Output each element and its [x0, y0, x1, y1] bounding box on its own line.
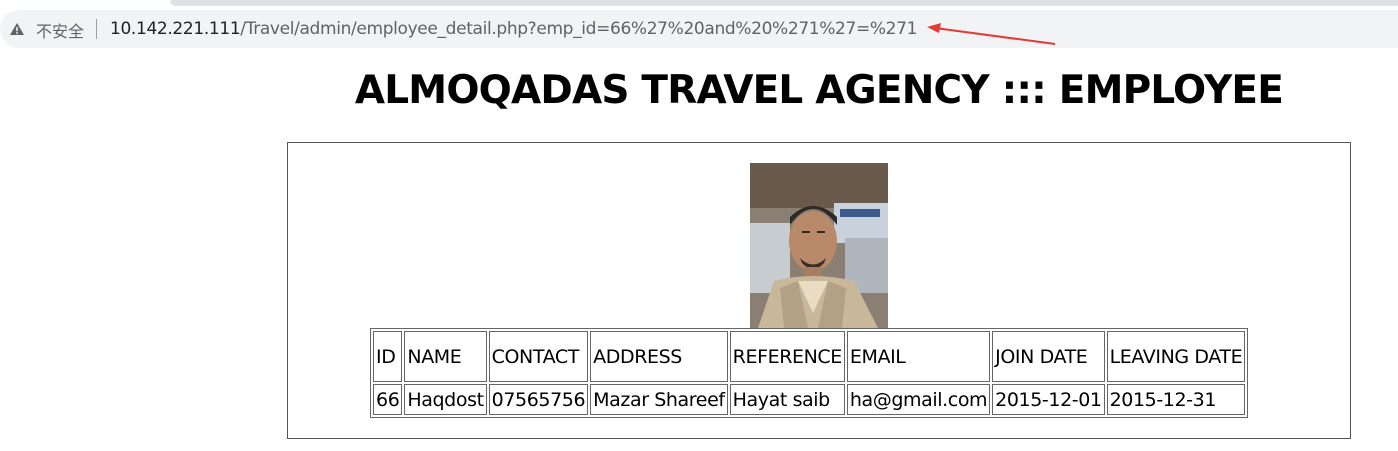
- cell-id: 66: [373, 384, 403, 415]
- employee-photo: [750, 163, 888, 328]
- table-header-row: ID NAME CONTACT ADDRESS REFERENCE EMAIL …: [373, 331, 1246, 382]
- cell-join-date: 2015-12-01: [992, 384, 1105, 415]
- cell-name: Haqdost: [404, 384, 487, 415]
- employee-detail-panel: ID NAME CONTACT ADDRESS REFERENCE EMAIL …: [287, 142, 1351, 439]
- security-status-label[interactable]: 不安全: [36, 18, 84, 42]
- url-text[interactable]: 10.142.221.111/Travel/admin/employee_det…: [110, 19, 917, 39]
- address-bar[interactable]: 不安全 10.142.221.111/Travel/admin/employee…: [0, 10, 1398, 48]
- tab-strip-background: [170, 0, 1398, 6]
- url-host: 10.142.221.111: [110, 19, 241, 39]
- tab-strip: [0, 0, 1398, 8]
- page-title: ALMOQADAS TRAVEL AGENCY ::: EMPLOYEE: [354, 68, 1284, 113]
- cell-leaving-date: 2015-12-31: [1106, 384, 1246, 415]
- address-separator: [96, 19, 97, 39]
- header-reference: REFERENCE: [729, 331, 845, 382]
- header-contact: CONTACT: [488, 331, 589, 382]
- warning-triangle-icon[interactable]: [10, 23, 24, 35]
- header-leaving-date: LEAVING DATE: [1106, 331, 1246, 382]
- cell-reference: Hayat saib: [729, 384, 845, 415]
- header-join-date: JOIN DATE: [992, 331, 1105, 382]
- header-email: EMAIL: [846, 331, 991, 382]
- cell-contact: 07565756: [488, 384, 589, 415]
- annotation-arrow: [927, 23, 1056, 45]
- header-name: NAME: [404, 331, 487, 382]
- url-path: /Travel/admin/employee_detail.php?emp_id…: [240, 19, 918, 39]
- employee-table: ID NAME CONTACT ADDRESS REFERENCE EMAIL …: [370, 328, 1249, 418]
- cell-email: ha@gmail.com: [846, 384, 991, 415]
- header-address: ADDRESS: [590, 331, 728, 382]
- header-id: ID: [373, 331, 403, 382]
- table-row: 66 Haqdost 07565756 Mazar Shareef Hayat …: [373, 384, 1246, 415]
- cell-address: Mazar Shareef: [590, 384, 728, 415]
